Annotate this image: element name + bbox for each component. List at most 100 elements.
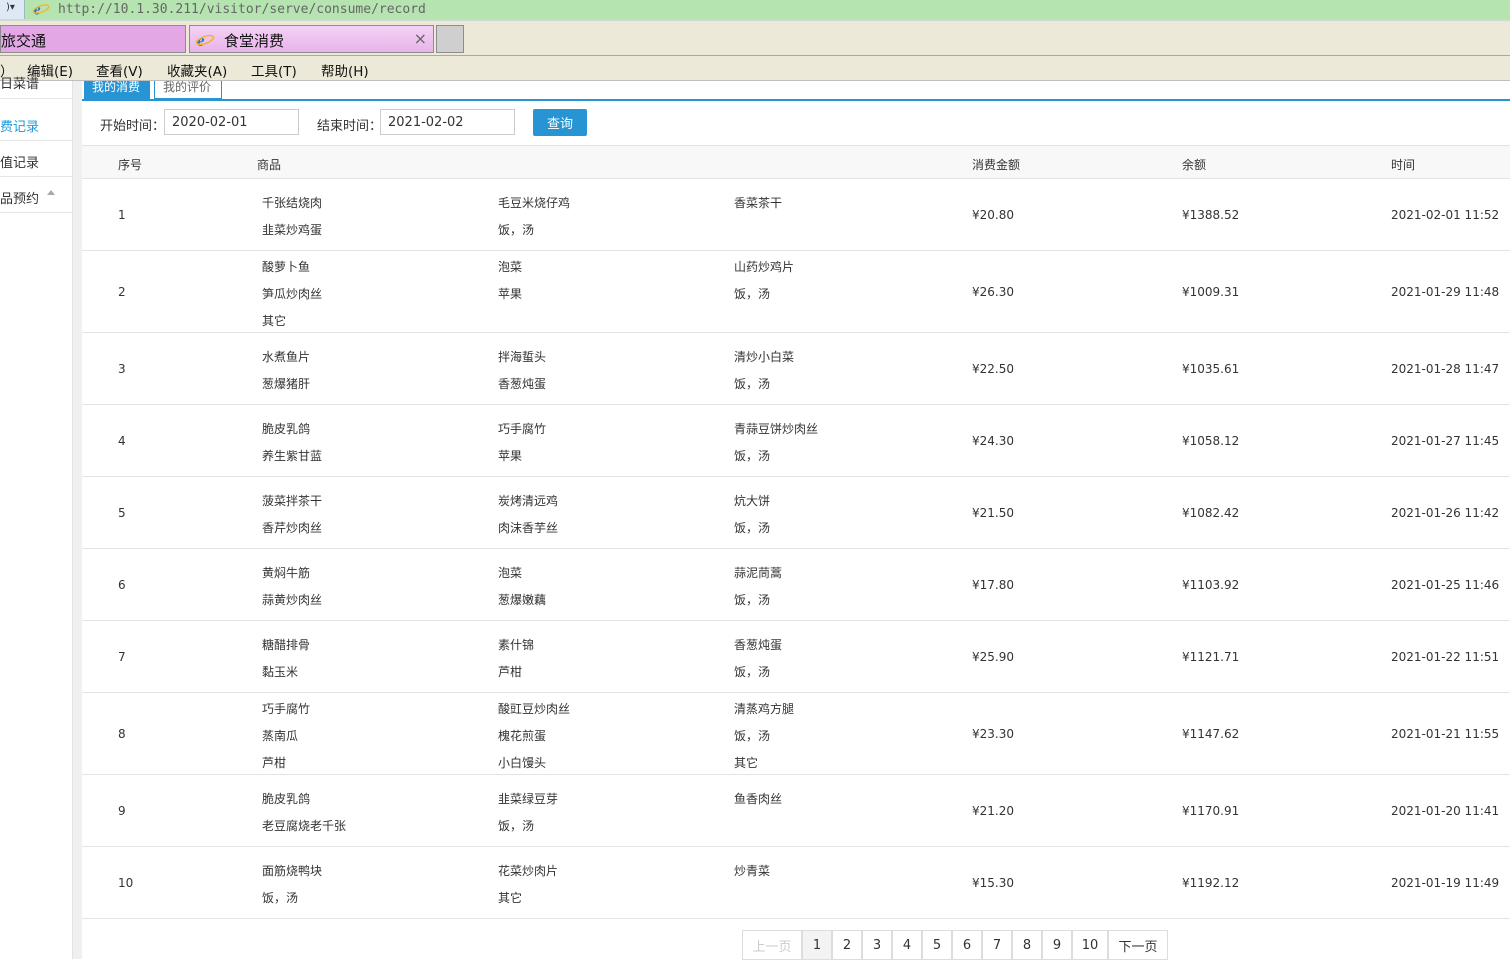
goods-item: 老豆腐烧老千张 bbox=[262, 819, 347, 833]
start-time-input[interactable] bbox=[164, 109, 299, 135]
sidebar-item-reservation[interactable]: 品预约 bbox=[0, 177, 72, 213]
new-tab-button[interactable] bbox=[436, 25, 464, 53]
row-seq: 7 bbox=[118, 650, 126, 664]
goods-item: 饭，汤 bbox=[734, 521, 771, 535]
query-button[interactable]: 查询 bbox=[533, 109, 587, 136]
goods-item: 清蒸鸡方腿 bbox=[734, 702, 795, 716]
row-time: 2021-01-20 11:41 bbox=[1391, 804, 1500, 818]
filter-bar: 开始时间： 结束时间： 查询 bbox=[82, 109, 1510, 137]
goods-item: 饭，汤 bbox=[734, 593, 771, 607]
row-amount: ¥17.80 bbox=[972, 578, 1014, 592]
goods-item: 酸萝卜鱼 bbox=[262, 260, 311, 274]
goods-item: 巧手腐竹 bbox=[262, 702, 311, 716]
row-seq: 1 bbox=[118, 208, 126, 222]
table-row: 9 脆皮乳鸽 韭菜绿豆芽 鱼香肉丝 老豆腐烧老千张 饭，汤 ¥21.20 ¥1170.91 20… bbox=[82, 775, 1510, 847]
row-time: 2021-01-26 11:42 bbox=[1391, 506, 1500, 520]
sidebar-item-recharge-record[interactable]: 值记录 bbox=[0, 141, 72, 177]
table-row: 6 黄焖牛筋 泡菜 蒜泥茼蒿 蒜黄炒肉丝 葱爆嫩藕 饭，汤 ¥17.80 ¥1103.92 202… bbox=[82, 549, 1510, 621]
row-balance: ¥1147.62 bbox=[1182, 727, 1240, 741]
goods-item: 糖醋排骨 bbox=[262, 638, 311, 652]
page-button-8[interactable]: 8 bbox=[1012, 930, 1042, 960]
end-time-input[interactable] bbox=[380, 109, 515, 135]
row-seq: 5 bbox=[118, 506, 126, 520]
goods-item: 千张结烧肉 bbox=[262, 196, 323, 210]
goods-item: 花菜炒肉片 bbox=[498, 864, 559, 878]
row-balance: ¥1009.31 bbox=[1182, 285, 1240, 299]
table-row: 3 水煮鱼片 拌海蜇头 清炒小白菜 葱爆猪肝 香葱炖蛋 饭，汤 ¥22.50 ¥1035.61 2… bbox=[82, 333, 1510, 405]
goods-item: 炒青菜 bbox=[734, 864, 771, 878]
row-seq: 4 bbox=[118, 434, 126, 448]
goods-item: 黄焖牛筋 bbox=[262, 566, 311, 580]
goods-item: 香葱炖蛋 bbox=[498, 377, 547, 391]
goods-item: 青蒜豆饼炒肉丝 bbox=[734, 422, 819, 436]
goods-item: 脆皮乳鸽 bbox=[262, 792, 311, 806]
row-balance: ¥1082.42 bbox=[1182, 506, 1240, 520]
url-text[interactable]: http://10.1.30.211/visitor/serve/consume… bbox=[58, 1, 426, 18]
goods-item: 蒜黄炒肉丝 bbox=[262, 593, 323, 607]
goods-item: 炕大饼 bbox=[734, 494, 771, 508]
tab-label: 我的消费 bbox=[92, 81, 141, 94]
page-button-9[interactable]: 9 bbox=[1042, 930, 1072, 960]
address-bar[interactable]: )▾ e http://10.1.30.211/visitor/serve/co… bbox=[0, 0, 1510, 19]
goods-item: 蒸南瓜 bbox=[262, 729, 299, 743]
goods-item: 泡菜 bbox=[498, 566, 523, 580]
browser-tab-canteen[interactable]: e 食堂消费 × bbox=[189, 25, 434, 53]
goods-item: 饭，汤 bbox=[734, 449, 771, 463]
menu-help[interactable]: 帮助(H) bbox=[321, 60, 369, 80]
goods-item: 蒜泥茼蒿 bbox=[734, 566, 783, 580]
page-button-6[interactable]: 6 bbox=[952, 930, 982, 960]
tab-my-consumption[interactable]: 我的消费 bbox=[84, 81, 150, 99]
header-balance: 余额 bbox=[1182, 158, 1207, 172]
row-seq: 2 bbox=[118, 285, 126, 299]
back-dropdown-button[interactable]: )▾ bbox=[0, 0, 25, 19]
tab-label: 食堂消费 bbox=[224, 32, 285, 50]
row-balance: ¥1121.71 bbox=[1182, 650, 1240, 664]
row-amount: ¥25.90 bbox=[972, 650, 1014, 664]
goods-item: 巧手腐竹 bbox=[498, 422, 547, 436]
goods-item: 苹果 bbox=[498, 287, 523, 301]
goods-item: 养生紫甘蓝 bbox=[262, 449, 323, 463]
page-button-7[interactable]: 7 bbox=[982, 930, 1012, 960]
goods-item: 槐花煎蛋 bbox=[498, 729, 547, 743]
page-button-4[interactable]: 4 bbox=[892, 930, 922, 960]
goods-item: 水煮鱼片 bbox=[262, 350, 311, 364]
row-time: 2021-01-29 11:48 bbox=[1391, 285, 1500, 299]
goods-item: 香菜茶干 bbox=[734, 196, 783, 210]
row-balance: ¥1103.92 bbox=[1182, 578, 1240, 592]
close-tab-icon[interactable]: × bbox=[414, 29, 427, 48]
goods-item: 笋瓜炒肉丝 bbox=[262, 287, 323, 301]
tab-my-reviews[interactable]: 我的评价 bbox=[154, 81, 222, 99]
goods-item: 酸豇豆炒肉丝 bbox=[498, 702, 571, 716]
ie-logo-icon: e bbox=[195, 31, 215, 50]
goods-item: 面筋烧鸭块 bbox=[262, 864, 323, 878]
goods-item: 小白馒头 bbox=[498, 756, 547, 770]
menu-tools[interactable]: 工具(T) bbox=[251, 60, 297, 80]
sidebar-item-label: 费记录 bbox=[0, 120, 40, 135]
end-time-label: 结束时间： bbox=[317, 119, 383, 134]
goods-item: 其它 bbox=[734, 756, 759, 770]
next-page-button[interactable]: 下一页 bbox=[1108, 930, 1168, 960]
table-row: 2 酸萝卜鱼 泡菜 山药炒鸡片 笋瓜炒肉丝 苹果 饭，汤 其它 ¥26.30 ¥1009.31 20… bbox=[82, 251, 1510, 333]
menu-view[interactable]: 查看(V) bbox=[96, 60, 143, 80]
goods-item: 饭，汤 bbox=[734, 287, 771, 301]
page-button-2[interactable]: 2 bbox=[832, 930, 862, 960]
prev-page-button: 上一页 bbox=[742, 930, 802, 960]
row-balance: ¥1388.52 bbox=[1182, 208, 1240, 222]
menu-favorites[interactable]: 收藏夹(A) bbox=[167, 60, 227, 80]
goods-item: 清炒小白菜 bbox=[734, 350, 795, 364]
goods-item: 葱爆嫩藕 bbox=[498, 593, 547, 607]
back-dropdown-glyph: )▾ bbox=[6, 2, 15, 13]
browser-tab-traffic[interactable]: 旅交通 bbox=[0, 25, 186, 53]
goods-item: 饭，汤 bbox=[734, 665, 771, 679]
page-button-5[interactable]: 5 bbox=[922, 930, 952, 960]
page-button-3[interactable]: 3 bbox=[862, 930, 892, 960]
table-row: 5 菠菜拌茶干 炭烤清远鸡 炕大饼 香芹炒肉丝 肉沫香芋丝 饭，汤 ¥21.50 ¥1082.4… bbox=[82, 477, 1510, 549]
row-seq: 8 bbox=[118, 727, 126, 741]
sidebar-item-consume-record[interactable]: 费记录 bbox=[0, 105, 72, 141]
row-seq: 6 bbox=[118, 578, 126, 592]
goods-item: 香芹炒肉丝 bbox=[262, 521, 323, 535]
page-button-1[interactable]: 1 bbox=[802, 930, 832, 960]
page-button-10[interactable]: 10 bbox=[1072, 930, 1108, 960]
row-time: 2021-01-21 11:55 bbox=[1391, 727, 1500, 741]
sidebar-item-menu[interactable]: 日菜谱 bbox=[0, 73, 72, 99]
